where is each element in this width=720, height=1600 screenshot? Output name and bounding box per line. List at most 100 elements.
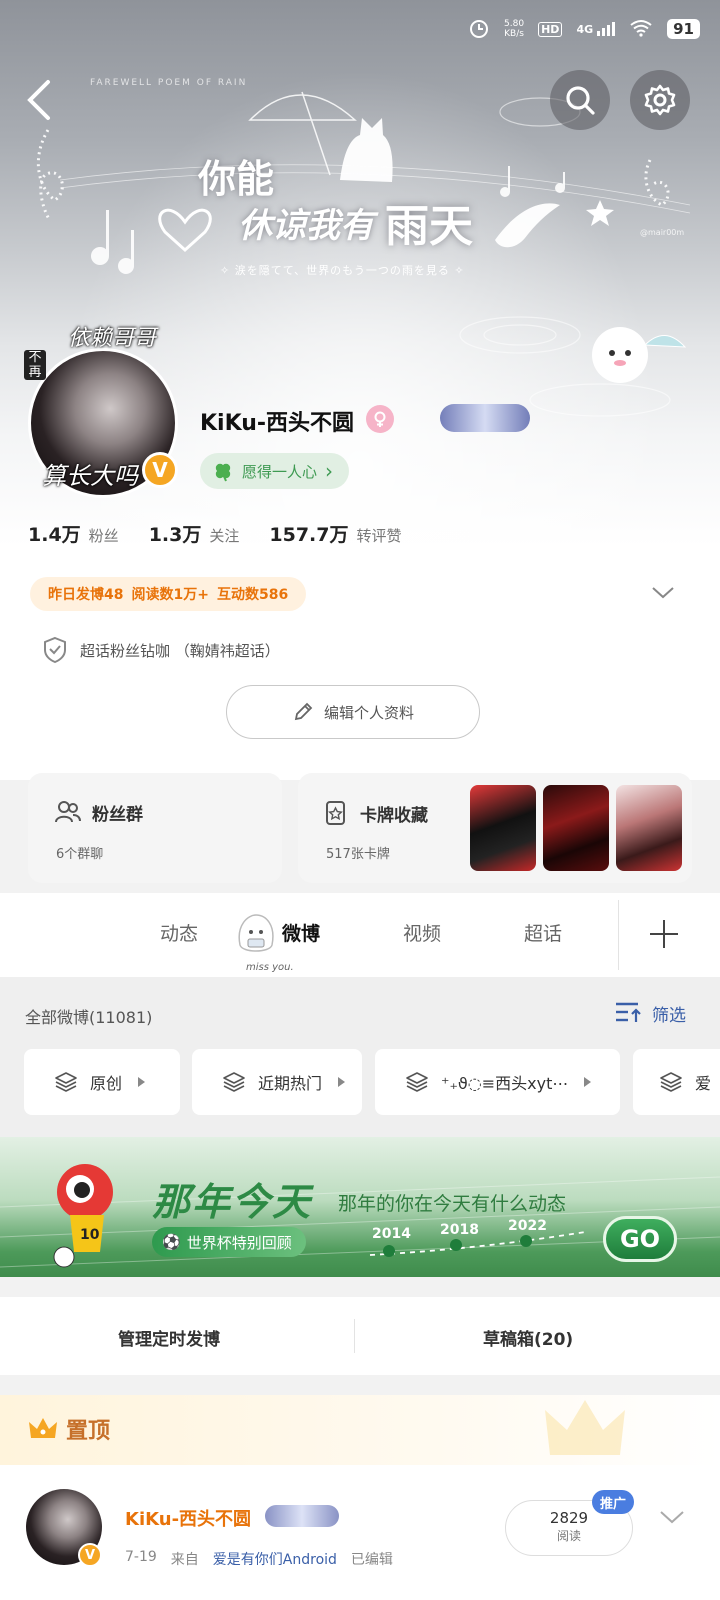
tab-weibo[interactable]: 微博 — [282, 919, 320, 946]
stat-interactions[interactable]: 157.7万 转评赞 — [269, 520, 401, 547]
post-from-label: 来自 — [170, 1552, 199, 1568]
worldcup-recap-pill: ⚽ 世界杯特别回顾 — [152, 1227, 306, 1257]
banner-title-line2: 休谅我有 — [238, 206, 374, 246]
users-icon — [55, 801, 81, 823]
status-bar: 5.80 KB/s HD 4G 91 — [468, 12, 700, 46]
svg-text:10: 10 — [80, 1227, 100, 1243]
post-date: 7-19 — [125, 1549, 157, 1565]
chevron-down-icon — [652, 587, 674, 599]
category-chip-custom[interactable]: ⁺₊ϑ◌≡西头xyt⋯ — [375, 1049, 620, 1115]
banner-title-line3: 雨天 — [385, 201, 473, 252]
post-author-name[interactable]: KiKu-西头不圆 — [125, 1505, 251, 1531]
signal-icon: 4G — [576, 22, 616, 36]
go-button[interactable]: GO — [603, 1216, 677, 1262]
collection-thumbnail[interactable] — [543, 785, 609, 871]
wifi-icon — [629, 19, 653, 40]
supertopic-fan-level[interactable]: 超话粉丝钻咖 （鞠婧祎超话） — [42, 636, 280, 664]
collection-thumbnail[interactable] — [616, 785, 682, 871]
divider — [354, 1319, 355, 1353]
banner-subtitle: ✧ 涙を隠てて、世界のもう一つの雨を見る ✧ — [220, 264, 465, 277]
post-management-bar: 管理定时发博 草稿箱(20) — [0, 1297, 720, 1375]
collection-thumbnail[interactable] — [470, 785, 536, 871]
card-collection-count: 517张卡牌 — [326, 847, 390, 862]
promote-badge[interactable]: 推广 — [592, 1490, 635, 1514]
pinned-title: 置顶 — [28, 1413, 110, 1445]
hd-indicator: HD — [538, 21, 563, 37]
verified-badge-icon: V — [142, 452, 178, 488]
banner-title-line1: 你能 — [198, 156, 275, 201]
post-meta: 7-19 来自 爱是有你们Android 已编辑 — [125, 1549, 393, 1569]
layers-icon — [223, 1072, 245, 1092]
profile-motto[interactable]: 愿得一人心 › — [200, 453, 350, 489]
decoration-badge — [265, 1505, 339, 1527]
stat-following[interactable]: 1.3万 关注 — [149, 520, 240, 547]
banner-watermark: FAREWELL POEM OF RAIN — [90, 78, 248, 88]
drafts-button[interactable]: 草稿箱(20) — [483, 1325, 573, 1350]
stat-number: 157.7万 — [269, 524, 349, 546]
edit-profile-label: 编辑个人资料 — [323, 703, 414, 722]
gear-icon — [644, 84, 676, 116]
activity-posts: 昨日发博48 — [48, 587, 124, 603]
pencil-icon — [294, 702, 313, 721]
card-collection-card[interactable]: 卡牌收藏 517张卡牌 — [298, 773, 692, 883]
fan-group-title: 粉丝群 — [54, 799, 143, 825]
membership-tag[interactable] — [366, 405, 394, 433]
activity-interactions: 互动数586 — [216, 587, 289, 603]
tab-video[interactable]: 视频 — [403, 919, 441, 946]
chevron-down-icon — [660, 1511, 684, 1524]
chevron-left-icon — [27, 80, 50, 120]
stat-followers[interactable]: 1.4万 粉丝 — [28, 520, 119, 547]
tab-divider — [618, 900, 619, 970]
promo-year: 2018 — [440, 1222, 479, 1238]
fan-group-card[interactable]: 粉丝群 6个群聊 — [28, 773, 282, 883]
activity-summary[interactable]: 昨日发博48 阅读数1万+ 互动数586 — [30, 577, 307, 611]
stat-label: 粉丝 — [88, 527, 119, 545]
add-tab-button[interactable] — [648, 918, 680, 954]
scheduled-posts-button[interactable]: 管理定时发博 — [118, 1325, 220, 1350]
battery-indicator: 91 — [667, 19, 700, 39]
ghost-sticker-icon — [238, 914, 274, 952]
sticker-caption: miss you. — [246, 962, 294, 973]
motto-text: 愿得一人心 — [242, 462, 318, 481]
plus-icon — [650, 920, 678, 948]
chevron-right-icon: › — [325, 459, 334, 483]
all-posts-count: 全部微博(11081) — [25, 1008, 153, 1027]
tab-supertopic[interactable]: 超话 — [524, 919, 562, 946]
stat-label: 关注 — [209, 527, 240, 545]
decoration-badge[interactable] — [440, 404, 530, 432]
post-menu-button[interactable] — [658, 1507, 686, 1531]
promo-year: 2014 — [372, 1226, 411, 1242]
layers-icon — [660, 1072, 682, 1092]
profile-username: KiKu-西头不圆 — [200, 411, 355, 436]
layers-icon — [406, 1072, 428, 1092]
filter-icon — [616, 1002, 641, 1022]
search-button[interactable] — [550, 70, 610, 130]
fan-group-count: 6个群聊 — [56, 847, 104, 862]
stat-number: 1.3万 — [148, 524, 202, 546]
caret-right-icon — [584, 1077, 592, 1087]
caret-right-icon — [138, 1077, 146, 1087]
supertopic-text: 超话粉丝钻咖 （鞠婧祎超话） — [80, 641, 280, 660]
tab-activity[interactable]: 动态 — [160, 919, 198, 946]
settings-button[interactable] — [630, 70, 690, 130]
filter-button[interactable]: 筛选 — [614, 1000, 686, 1026]
edit-profile-button[interactable]: 编辑个人资料 — [226, 685, 480, 739]
layers-icon — [55, 1072, 77, 1092]
search-icon — [566, 86, 595, 115]
crown-watermark-icon — [545, 1400, 625, 1455]
soccer-ball-icon: ⚽ — [162, 1233, 181, 1251]
category-chip-original[interactable]: 原创 — [24, 1049, 180, 1115]
card-collection-title: 卡牌收藏 — [324, 799, 428, 827]
expand-button[interactable] — [650, 584, 676, 606]
profile-avatar[interactable]: 依赖哥哥 不再 算长大吗 V — [24, 326, 178, 498]
category-chip-more[interactable]: 爱 — [633, 1049, 720, 1115]
pinned-section: 置顶 V KiKu-西头不圆 7-19 来自 爱是有你们Android 已编辑 … — [0, 1395, 720, 1600]
on-this-day-banner[interactable]: 10 那年今天 那年的你在今天有什么动态 ⚽ 世界杯特别回顾 2014 2018… — [0, 1137, 720, 1277]
back-button[interactable] — [22, 78, 62, 122]
crown-icon — [29, 1418, 57, 1438]
avatar-frame-text-top: 依赖哥哥 — [68, 326, 157, 351]
promo-year: 2022 — [508, 1218, 547, 1234]
stat-number: 1.4万 — [28, 524, 81, 546]
category-chip-trending[interactable]: 近期热门 — [192, 1049, 362, 1115]
post-source[interactable]: 爱是有你们Android — [213, 1549, 337, 1569]
